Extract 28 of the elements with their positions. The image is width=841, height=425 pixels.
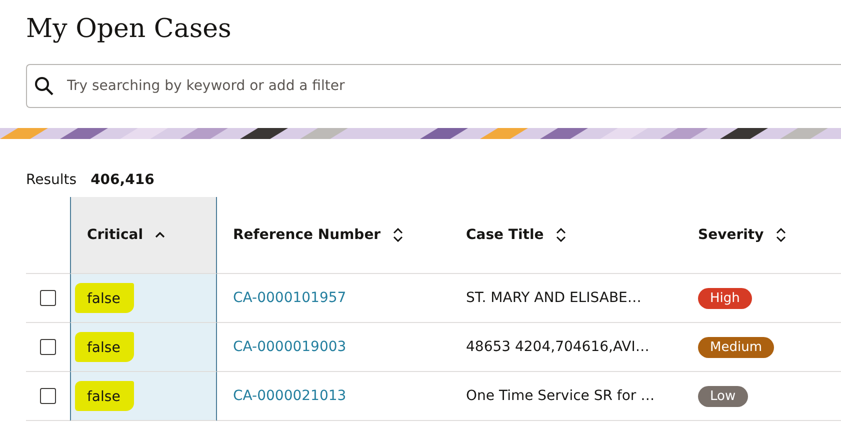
column-header[interactable]: Case Title (466, 227, 544, 243)
search-icon (34, 76, 54, 96)
case-title: ST. MARY AND ELISABE… (466, 290, 642, 306)
row-checkbox[interactable] (40, 290, 56, 306)
column-header[interactable]: Critical (87, 227, 144, 243)
reference-link[interactable]: CA-0000019003 (233, 339, 346, 355)
severity-badge: High (698, 288, 752, 308)
case-title: One Time Service SR for … (466, 388, 655, 404)
column-header[interactable]: Reference Number (233, 227, 381, 243)
sort-icon[interactable] (556, 228, 566, 242)
severity-badge: Medium (698, 336, 774, 358)
row-checkbox[interactable] (40, 339, 56, 355)
sort-ascending-icon[interactable] (155, 232, 166, 238)
column-header[interactable]: Severity (698, 227, 764, 243)
sort-icon[interactable] (776, 228, 786, 242)
results-label: Results (26, 172, 77, 188)
critical-value: false (75, 283, 134, 313)
reference-link[interactable]: CA-0000021013 (233, 388, 346, 404)
search-field[interactable]: Try searching by keyword or add a filter (26, 64, 841, 108)
sort-icon[interactable] (392, 228, 403, 242)
reference-link[interactable]: CA-0000101957 (233, 290, 346, 306)
page-title: My Open Cases (25, 13, 232, 46)
row-checkbox[interactable] (40, 388, 56, 404)
results-count: 406,416 (90, 172, 154, 188)
severity-badge: Low (698, 386, 748, 406)
critical-value: false (75, 332, 134, 362)
critical-value: false (75, 381, 134, 411)
case-title: 48653 4204,704616,AVI… (466, 339, 650, 355)
